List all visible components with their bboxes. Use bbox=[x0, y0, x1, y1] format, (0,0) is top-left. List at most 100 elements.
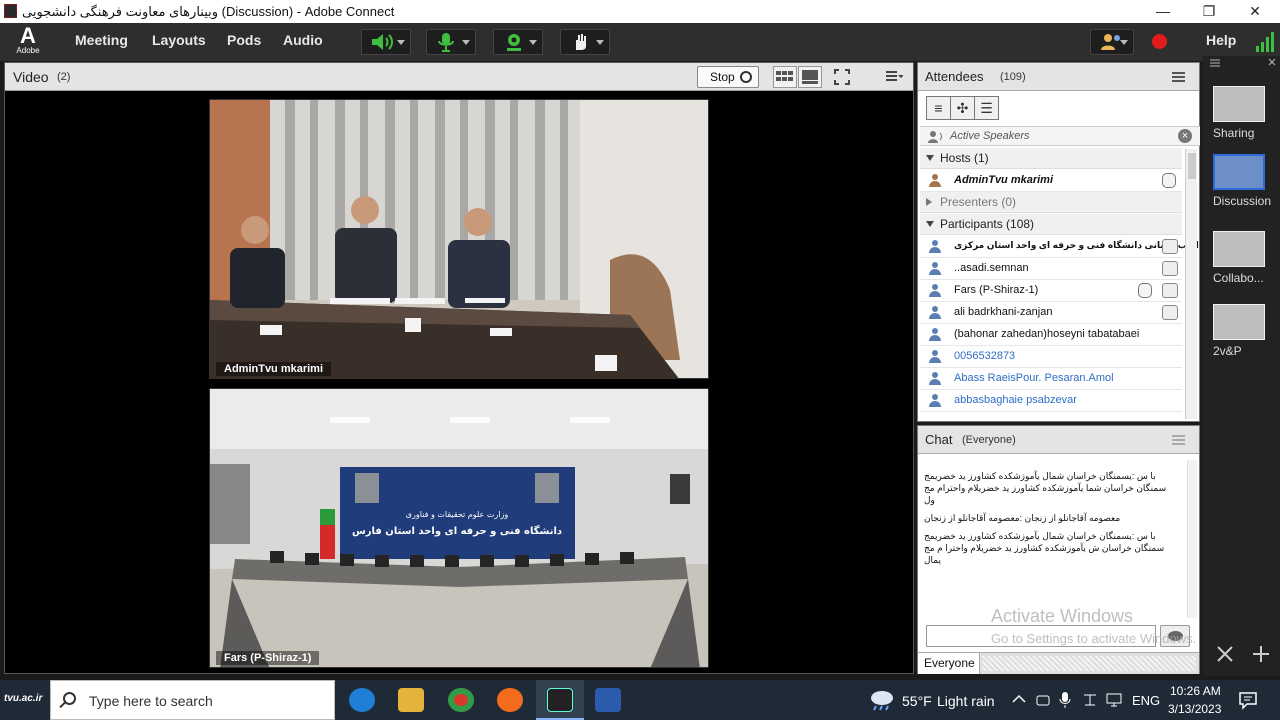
banner-text-university: دانشگاه فنی و حرفه ای واحد استان فارس bbox=[352, 524, 562, 537]
microphone-icon bbox=[1162, 173, 1176, 188]
scrollbar-thumb[interactable] bbox=[1188, 153, 1196, 179]
group-participants[interactable]: Participants (108) bbox=[920, 214, 1182, 235]
stop-webcam-button[interactable]: Stop bbox=[697, 66, 759, 88]
menu-meeting[interactable]: Meeting bbox=[75, 32, 128, 48]
attendee-host[interactable]: AdminTvu mkarimi bbox=[920, 170, 1182, 192]
chevron-up-icon[interactable] bbox=[1012, 694, 1026, 704]
menu-layouts[interactable]: Layouts bbox=[152, 32, 206, 48]
minimize-button[interactable]: — bbox=[1140, 0, 1186, 23]
pod-menu-icon[interactable] bbox=[1172, 435, 1185, 445]
layout-collaboration[interactable]: Collabo... bbox=[1213, 231, 1269, 285]
group-presenters[interactable]: Presenters (0) bbox=[920, 192, 1182, 213]
attendee-row[interactable]: Abass RaeisPour. Pesaran.Amol bbox=[920, 368, 1182, 390]
help-menu[interactable]: Help bbox=[1206, 32, 1236, 48]
user-options-button[interactable] bbox=[1090, 29, 1134, 55]
video-feed-admin[interactable]: AdminTvu mkarimi bbox=[209, 99, 709, 379]
weather-temp[interactable]: 55°F bbox=[902, 693, 932, 709]
webcam-toggle[interactable] bbox=[493, 29, 543, 55]
title-bar: وبینارهای معاونت فرهنگی دانشجویی (Discus… bbox=[0, 0, 1280, 23]
fullscreen-icon[interactable] bbox=[834, 69, 850, 85]
notifications-icon[interactable] bbox=[1238, 690, 1258, 710]
edge-icon[interactable] bbox=[349, 688, 375, 712]
adobe-connect-icon bbox=[547, 688, 573, 712]
list-view-icon[interactable]: ≡ bbox=[926, 96, 951, 120]
attendee-row[interactable]: Fars (P-Shiraz-1) bbox=[920, 280, 1182, 302]
attendee-row[interactable]: ..asadi.semnan bbox=[920, 258, 1182, 280]
chat-scope: (Everyone) bbox=[962, 434, 1016, 446]
brand-logo: tvu.ac.ir bbox=[4, 693, 43, 704]
attendee-row[interactable]: 0056532873 bbox=[920, 346, 1182, 368]
webcam-icon bbox=[507, 34, 521, 51]
adobe-logo: A Adobe bbox=[16, 23, 40, 56]
maximize-button[interactable]: ❐ bbox=[1186, 0, 1232, 23]
grid-view-button[interactable] bbox=[773, 66, 797, 88]
adobe-connect-taskbar-button[interactable] bbox=[536, 680, 584, 720]
chevron-down-icon[interactable] bbox=[462, 40, 470, 45]
close-icon[interactable]: × bbox=[1178, 129, 1192, 143]
weather-text[interactable]: Light rain bbox=[937, 693, 995, 709]
speaker-toggle[interactable] bbox=[361, 29, 411, 55]
breakout-view-icon[interactable]: ✣ bbox=[950, 96, 975, 120]
word-icon[interactable] bbox=[595, 688, 621, 712]
file-explorer-icon[interactable] bbox=[398, 688, 424, 712]
collapse-icon bbox=[926, 221, 934, 227]
delete-layout-icon[interactable] bbox=[1215, 644, 1235, 664]
clock-time[interactable]: 10:26 AM bbox=[1170, 684, 1221, 698]
attendee-view-switcher: ≡ ✣ ☰ bbox=[926, 96, 1002, 122]
video-frame-meeting-room bbox=[210, 100, 708, 378]
attendee-row[interactable]: (bahonar zahedan)hoseyni tabatabaei bbox=[920, 324, 1182, 346]
input-indicator-icon[interactable] bbox=[1082, 692, 1098, 708]
start-button[interactable]: tvu.ac.ir bbox=[0, 680, 50, 720]
layout-2v-p[interactable]: 2v&P bbox=[1213, 304, 1269, 358]
group-hosts[interactable]: Hosts (1) bbox=[920, 148, 1182, 169]
chevron-down-icon[interactable] bbox=[529, 40, 537, 45]
pod-menu-icon[interactable] bbox=[1172, 72, 1185, 82]
hand-icon bbox=[576, 34, 586, 50]
clock-date[interactable]: 3/13/2023 bbox=[1168, 702, 1221, 716]
menu-bar: A Adobe Meeting Layouts Pods Audio Help bbox=[0, 23, 1280, 61]
menu-pods[interactable]: Pods bbox=[227, 32, 261, 48]
video-pod-header: Video (2) Stop bbox=[5, 63, 913, 91]
meet-now-icon[interactable] bbox=[1035, 692, 1051, 708]
layouts-bar-controls bbox=[1210, 58, 1276, 67]
microphone-toggle[interactable] bbox=[426, 29, 476, 55]
window-title: وبینارهای معاونت فرهنگی دانشجویی (Discus… bbox=[22, 4, 395, 19]
microphone-icon[interactable] bbox=[1059, 691, 1071, 709]
chevron-down-icon[interactable] bbox=[1120, 40, 1128, 45]
menu-audio[interactable]: Audio bbox=[283, 32, 323, 48]
chat-tab-everyone[interactable]: Everyone bbox=[918, 653, 980, 674]
chat-message: با س :یسمنگان خراسان شمال یآموزشکده کشاو… bbox=[924, 471, 1167, 505]
attendee-row[interactable]: abbasbaghaie psabzevar bbox=[920, 390, 1182, 412]
participant-icon bbox=[929, 350, 941, 364]
language-indicator[interactable]: ENG bbox=[1132, 693, 1160, 708]
banner-text-ministry: وزارت علوم تحقیقات و فناوری bbox=[406, 510, 509, 519]
layout-sharing[interactable]: Sharing bbox=[1213, 86, 1269, 140]
pod-menu-icon[interactable] bbox=[885, 71, 903, 83]
attendees-count: (109) bbox=[1000, 71, 1026, 83]
attendees-scrollbar[interactable] bbox=[1185, 149, 1197, 419]
expand-icon bbox=[926, 198, 932, 206]
attendee-row[interactable]: ایوب قربانی دانشگاه فنی و حرفه ای واحد ا… bbox=[920, 236, 1199, 258]
attendee-row[interactable]: ali badrkhani-zanjan bbox=[920, 302, 1182, 324]
status-view-icon[interactable]: ☰ bbox=[974, 96, 999, 120]
firefox-icon[interactable] bbox=[497, 688, 523, 712]
record-icon[interactable] bbox=[1152, 34, 1167, 49]
participant-icon bbox=[929, 262, 941, 276]
taskbar: tvu.ac.ir Type here to search 55°F Light… bbox=[0, 680, 1280, 720]
host-icon bbox=[929, 174, 941, 188]
add-layout-icon[interactable] bbox=[1251, 644, 1271, 664]
layout-discussion[interactable]: Discussion bbox=[1213, 154, 1271, 208]
raise-hand-status[interactable] bbox=[560, 29, 610, 55]
chat-tabs: Everyone bbox=[918, 652, 1199, 674]
video-feed-fars[interactable]: وزارت علوم تحقیقات و فناوری دانشگاه فنی … bbox=[209, 388, 709, 668]
network-icon[interactable] bbox=[1105, 692, 1123, 708]
chrome-icon[interactable] bbox=[448, 688, 474, 712]
chat-message: با س :یسمنگان خراسان شمال یآموزشکده کشاو… bbox=[924, 531, 1165, 565]
filmstrip-view-button[interactable] bbox=[798, 66, 822, 88]
close-button[interactable]: ✕ bbox=[1232, 0, 1278, 23]
chevron-down-icon[interactable] bbox=[397, 40, 405, 45]
taskbar-search[interactable]: Type here to search bbox=[50, 680, 335, 720]
chat-scrollbar[interactable] bbox=[1187, 460, 1197, 618]
chevron-down-icon[interactable] bbox=[596, 40, 604, 45]
video-feed-name: Fars (P-Shiraz-1) bbox=[216, 651, 320, 665]
